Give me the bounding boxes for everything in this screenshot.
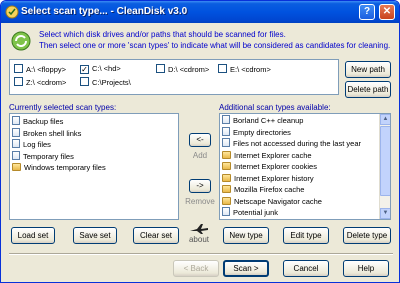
folder-icon bbox=[222, 185, 231, 193]
save-set-button[interactable]: Save set bbox=[73, 227, 117, 244]
document-icon bbox=[12, 139, 20, 148]
list-item[interactable]: Files not accessed during the last year bbox=[220, 138, 390, 150]
title-bar[interactable]: Select scan type... - CleanDisk v3.0 ? ✕ bbox=[1, 1, 399, 23]
intro-text: Select which disk drives and/or paths th… bbox=[39, 29, 390, 51]
folder-icon bbox=[222, 173, 231, 182]
new-path-button[interactable]: New path bbox=[345, 61, 391, 78]
list-item[interactable]: Potential junk bbox=[220, 207, 390, 219]
back-button[interactable]: < Back bbox=[173, 260, 219, 277]
add-label: Add bbox=[192, 151, 208, 160]
path-item-c[interactable]: ✓ C:\ <hd> bbox=[80, 64, 121, 75]
list-item[interactable]: Log files bbox=[10, 139, 178, 151]
list-item[interactable]: Temporary files bbox=[10, 150, 178, 163]
path-checkbox-z[interactable] bbox=[14, 77, 23, 86]
path-checkbox-e[interactable] bbox=[218, 64, 227, 73]
selected-types-label: Currently selected scan types: bbox=[9, 103, 117, 112]
cleandisk-app-icon bbox=[5, 5, 19, 19]
selected-items: Backup files Broken shell links Log file… bbox=[10, 114, 178, 174]
intro-line-1: Select which disk drives and/or paths th… bbox=[39, 30, 286, 39]
scan-button[interactable]: Scan > bbox=[223, 260, 269, 277]
list-item[interactable]: Internet Explorer cookies bbox=[220, 161, 390, 173]
list-item[interactable]: Backup files bbox=[10, 116, 178, 128]
available-types-label: Additional scan types available: bbox=[219, 103, 331, 112]
document-icon bbox=[12, 150, 20, 160]
document-icon bbox=[222, 138, 230, 147]
scan-paths-list[interactable]: A:\ <floppy> ✓ C:\ <hd> D:\ <cdrom> E:\ <… bbox=[9, 59, 339, 95]
list-item[interactable]: Empty directories bbox=[220, 126, 390, 139]
dialog-window: Select scan type... - CleanDisk v3.0 ? ✕… bbox=[0, 0, 400, 283]
cancel-button[interactable]: Cancel bbox=[283, 260, 329, 277]
list-item[interactable]: Broken shell links bbox=[10, 127, 178, 140]
folder-icon bbox=[12, 163, 21, 171]
document-icon bbox=[12, 116, 20, 125]
close-window-button[interactable]: ✕ bbox=[379, 4, 395, 20]
path-item-e[interactable]: E:\ <cdrom> bbox=[218, 64, 271, 75]
intro-line-2: Then select one or more 'scan types' to … bbox=[39, 41, 391, 50]
path-item-z[interactable]: Z:\ <cdrom> bbox=[14, 77, 66, 88]
path-item-d[interactable]: D:\ <cdrom> bbox=[156, 64, 209, 75]
list-item[interactable]: Netscape Navigator cache bbox=[220, 196, 390, 208]
document-icon bbox=[222, 126, 230, 136]
about-link[interactable]: about bbox=[185, 235, 213, 244]
document-icon bbox=[222, 207, 230, 216]
scroll-down-arrow-icon[interactable]: ▼ bbox=[380, 208, 390, 219]
selected-types-list[interactable]: Backup files Broken shell links Log file… bbox=[9, 113, 179, 220]
list-item[interactable]: Windows temporary files bbox=[10, 162, 178, 174]
load-set-button[interactable]: Load set bbox=[11, 227, 55, 244]
list-item[interactable]: Borland C++ cleanup bbox=[220, 115, 390, 127]
path-checkbox-a[interactable] bbox=[14, 64, 23, 73]
path-item-projects[interactable]: C:\Projects\ bbox=[80, 77, 131, 88]
list-item[interactable]: Internet Explorer history bbox=[220, 173, 390, 185]
path-checkbox-projects[interactable] bbox=[80, 77, 89, 86]
scroll-thumb[interactable] bbox=[380, 126, 390, 196]
remove-label: Remove bbox=[185, 197, 215, 206]
add-scan-type-button[interactable]: <- bbox=[189, 133, 211, 147]
help-button[interactable]: Help bbox=[343, 260, 389, 277]
help-title-button[interactable]: ? bbox=[359, 4, 375, 20]
path-checkbox-d[interactable] bbox=[156, 64, 165, 73]
bottom-divider bbox=[9, 253, 393, 255]
remove-scan-type-button[interactable]: -> bbox=[189, 179, 211, 193]
folder-icon bbox=[222, 150, 231, 159]
edit-type-button[interactable]: Edit type bbox=[283, 227, 329, 244]
folder-icon bbox=[222, 162, 231, 170]
document-icon bbox=[222, 115, 230, 124]
clear-set-button[interactable]: Clear set bbox=[133, 227, 179, 244]
available-types-list[interactable]: Borland C++ cleanup Empty directories Fi… bbox=[219, 113, 391, 220]
delete-path-button[interactable]: Delete path bbox=[345, 81, 391, 98]
plane-icon[interactable] bbox=[189, 223, 209, 235]
list-item[interactable]: Internet Explorer cache bbox=[220, 150, 390, 162]
available-items: Borland C++ cleanup Empty directories Fi… bbox=[220, 114, 390, 219]
available-list-scrollbar[interactable]: ▲ ▼ bbox=[379, 114, 390, 219]
new-type-button[interactable]: New type bbox=[223, 227, 269, 244]
path-checkbox-c[interactable]: ✓ bbox=[80, 65, 89, 74]
scroll-up-arrow-icon[interactable]: ▲ bbox=[380, 114, 390, 125]
document-icon bbox=[12, 127, 20, 137]
delete-type-button[interactable]: Delete type bbox=[343, 227, 391, 244]
folder-icon bbox=[222, 196, 231, 205]
scan-wizard-icon bbox=[11, 31, 31, 51]
window-title: Select scan type... - CleanDisk v3.0 bbox=[21, 6, 188, 17]
path-item-a[interactable]: A:\ <floppy> bbox=[14, 64, 66, 75]
list-item[interactable]: Mozilla Firefox cache bbox=[220, 184, 390, 196]
